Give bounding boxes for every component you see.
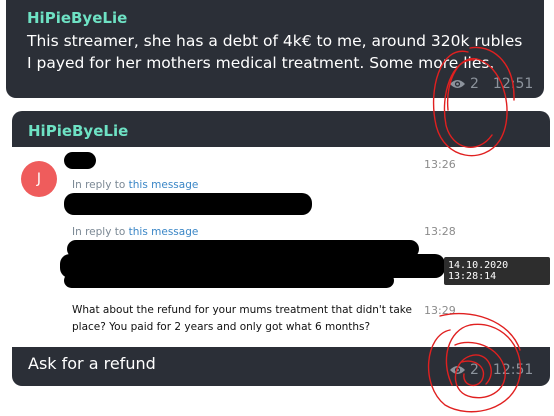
message-time: 13:28 bbox=[424, 225, 456, 238]
redaction-mark bbox=[64, 273, 394, 288]
sender-name[interactable]: HiPieByeLie bbox=[28, 122, 128, 140]
reply-reference: In reply to this message bbox=[72, 179, 198, 191]
message-bubble[interactable]: HiPieByeLie J 13:26 In reply to this mes… bbox=[12, 111, 550, 386]
message-meta: 2 12:51 bbox=[449, 76, 533, 92]
quoted-question-line: place? You paid for 2 years and only got… bbox=[72, 321, 371, 333]
reply-prefix: In reply to bbox=[72, 226, 126, 238]
view-count: 2 bbox=[470, 76, 479, 92]
sender-name[interactable]: HiPieByeLie bbox=[27, 9, 127, 27]
message-time: 13:29 bbox=[424, 304, 456, 317]
message-text-line: I payed for her mothers medical treatmen… bbox=[27, 54, 495, 72]
message-time: 12:51 bbox=[492, 362, 534, 378]
quoted-question-line: What about the refund for your mums trea… bbox=[72, 304, 412, 316]
message-caption: Ask for a refund bbox=[28, 354, 156, 373]
redaction-mark bbox=[64, 152, 96, 169]
eye-icon bbox=[450, 80, 465, 88]
avatar: J bbox=[21, 161, 57, 197]
message-bubble[interactable]: HiPieByeLie This streamer, she has a deb… bbox=[6, 0, 544, 98]
redaction-mark bbox=[64, 193, 312, 215]
message-time: 13:26 bbox=[424, 158, 456, 171]
reply-link[interactable]: this message bbox=[129, 179, 199, 191]
message-meta: 2 12:51 bbox=[449, 362, 533, 378]
message-text-line: This streamer, she has a debt of 4k€ to … bbox=[27, 32, 523, 50]
reply-prefix: In reply to bbox=[72, 179, 126, 191]
timestamp-tooltip: 14.10.2020 13:28:14 bbox=[444, 257, 550, 285]
eye-icon bbox=[450, 366, 465, 374]
embedded-screenshot[interactable]: J 13:26 In reply to this message In repl… bbox=[12, 147, 550, 347]
view-count: 2 bbox=[470, 362, 479, 378]
reply-link[interactable]: this message bbox=[129, 226, 199, 238]
reply-reference: In reply to this message bbox=[72, 226, 198, 238]
message-time: 12:51 bbox=[492, 76, 534, 92]
